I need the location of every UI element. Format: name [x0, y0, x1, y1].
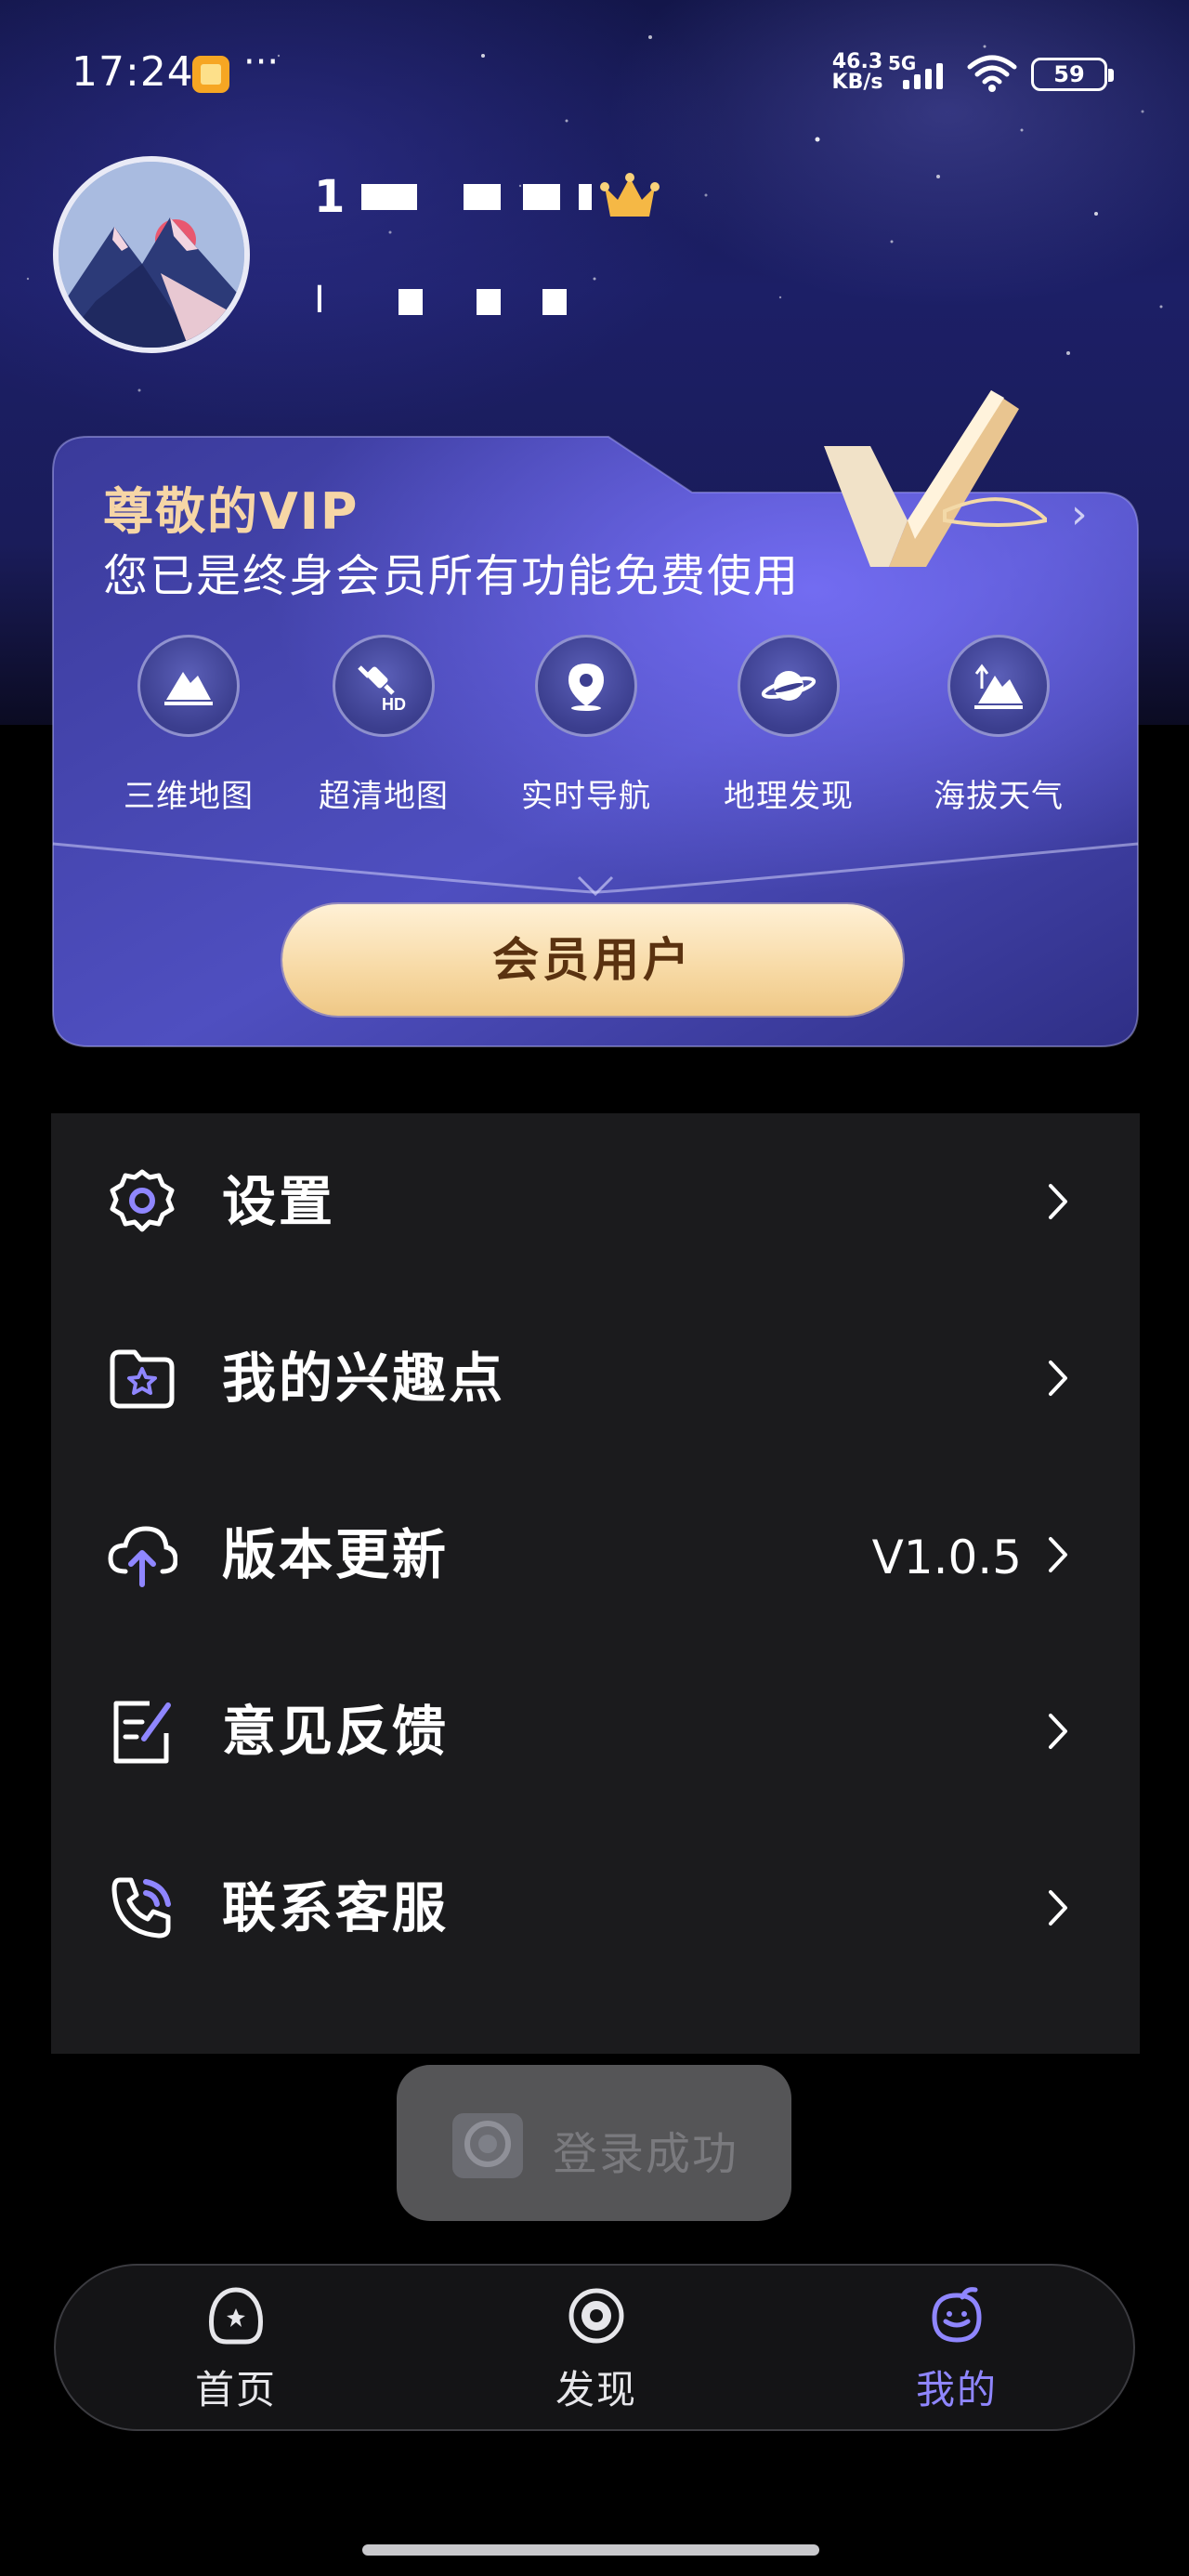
svg-text:HD: HD — [382, 695, 406, 714]
vip-arrow-icon[interactable]: › — [1071, 491, 1088, 538]
username-redacted — [579, 184, 593, 210]
tab-bar: 首页 发现 我的 — [54, 2264, 1135, 2431]
chevron-right-icon — [1049, 1537, 1067, 1572]
vip-subtitle: 您已是终身会员所有功能免费使用 — [103, 550, 801, 602]
chevron-right-icon — [1049, 1360, 1067, 1396]
app-logo-icon — [452, 2113, 523, 2178]
username-redacted — [464, 184, 502, 210]
vip-features: 三维地图 HD 超清地图 实时导航 地理发现 海拔天气 — [51, 635, 1140, 815]
feedback-edit-icon — [113, 1701, 171, 1764]
menu-item-settings[interactable]: 设置 — [51, 1113, 1140, 1290]
altitude-icon — [947, 635, 1050, 737]
tab-mine[interactable]: 我的 — [864, 2284, 1050, 2424]
feature-altitude-weather[interactable]: 海拔天气 — [906, 635, 1091, 816]
feature-discover[interactable]: 地理发现 — [696, 635, 882, 816]
user-id-text: I — [314, 279, 329, 322]
version-value: V1.0.5 — [871, 1531, 1022, 1584]
menu-item-label: 意见反馈 — [222, 1700, 450, 1763]
user-id-redacted — [477, 289, 502, 315]
feature-navigation[interactable]: 实时导航 — [493, 635, 679, 816]
status-time: 17:24 — [72, 48, 194, 96]
status-more: ··· — [243, 41, 280, 84]
feature-label: 海拔天气 — [934, 778, 1064, 815]
user-id-redacted — [398, 289, 423, 315]
tab-discover[interactable]: 发现 — [503, 2284, 689, 2424]
home-indicator[interactable] — [362, 2544, 819, 2556]
username-redacted — [523, 184, 561, 210]
toast-text: 登录成功 — [553, 2128, 739, 2180]
wifi-icon — [967, 55, 1017, 92]
cloud-upload-icon — [108, 1526, 177, 1587]
avatar[interactable] — [53, 156, 250, 353]
user-id-redacted — [542, 289, 567, 315]
vip-logo-icon — [824, 390, 1047, 567]
menu-item-poi[interactable]: 我的兴趣点 — [51, 1290, 1140, 1466]
member-button-label: 会员用户 — [492, 933, 693, 987]
network-speed: 46.3 KB/s — [829, 52, 886, 93]
mountain-3d-icon — [137, 635, 240, 737]
discover-icon — [568, 2288, 624, 2344]
feature-label: 三维地图 — [124, 778, 254, 815]
user-id: I — [314, 279, 567, 322]
username-text: 1 — [314, 171, 349, 223]
crown-icon — [600, 173, 660, 217]
planet-icon — [738, 635, 840, 737]
profile-icon — [932, 2287, 982, 2343]
star-folder-icon — [110, 1349, 175, 1409]
feature-hd-map[interactable]: HD 超清地图 — [291, 635, 477, 816]
feature-label: 地理发现 — [724, 778, 854, 815]
menu-item-feedback[interactable]: 意见反馈 — [51, 1643, 1140, 1820]
username: 1 — [314, 169, 660, 225]
chevron-right-icon — [1049, 1714, 1067, 1749]
menu-item-label: 我的兴趣点 — [222, 1347, 506, 1410]
vip-title: 尊敬的VIP — [103, 482, 359, 541]
gear-icon — [110, 1169, 175, 1232]
home-icon — [209, 2287, 263, 2345]
location-pin-icon — [535, 635, 637, 737]
tab-label: 发现 — [555, 2367, 637, 2412]
menu-list: 设置 我的兴趣点 版本更新 V1.0.5 意见反馈 联系客服 — [51, 1113, 1140, 2054]
feature-3d-map[interactable]: 三维地图 — [96, 635, 281, 816]
satellite-hd-icon: HD — [333, 635, 435, 737]
tab-home[interactable]: 首页 — [143, 2284, 329, 2424]
menu-item-update[interactable]: 版本更新 V1.0.5 — [51, 1466, 1140, 1643]
tab-label: 我的 — [915, 2367, 998, 2412]
menu-item-label: 联系客服 — [222, 1876, 450, 1939]
battery-icon: 59 — [1031, 58, 1114, 91]
vip-card[interactable]: 尊敬的VIP 您已是终身会员所有功能免费使用 › 三维地图 HD 超清地图 实时… — [51, 390, 1140, 1048]
network-speed-unit: KB/s — [831, 71, 883, 94]
tab-label: 首页 — [194, 2367, 277, 2412]
menu-item-label: 设置 — [222, 1170, 336, 1233]
feature-label: 实时导航 — [521, 778, 651, 815]
status-bar: 17:24 ··· 46.3 KB/s 5G 59 — [0, 0, 1189, 149]
member-button[interactable]: 会员用户 — [282, 904, 903, 1016]
avatar-image — [59, 162, 244, 348]
signal-icon — [903, 63, 943, 89]
screen: 17:24 ··· 46.3 KB/s 5G 59 1 I 尊敬的VIP 您已是… — [0, 0, 1189, 2576]
feature-label: 超清地图 — [319, 778, 449, 815]
network-speed-value: 46.3 — [831, 50, 883, 73]
notification-app-icon — [192, 56, 229, 93]
battery-level: 59 — [1053, 61, 1085, 87]
menu-item-label: 版本更新 — [222, 1523, 450, 1586]
chevron-right-icon — [1049, 1184, 1067, 1219]
username-redacted — [361, 184, 418, 210]
toast: 登录成功 — [397, 2065, 791, 2221]
menu-item-customer-service[interactable]: 联系客服 — [51, 1820, 1140, 1996]
chevron-right-icon — [1049, 1890, 1067, 1925]
phone-icon — [111, 1877, 171, 1939]
